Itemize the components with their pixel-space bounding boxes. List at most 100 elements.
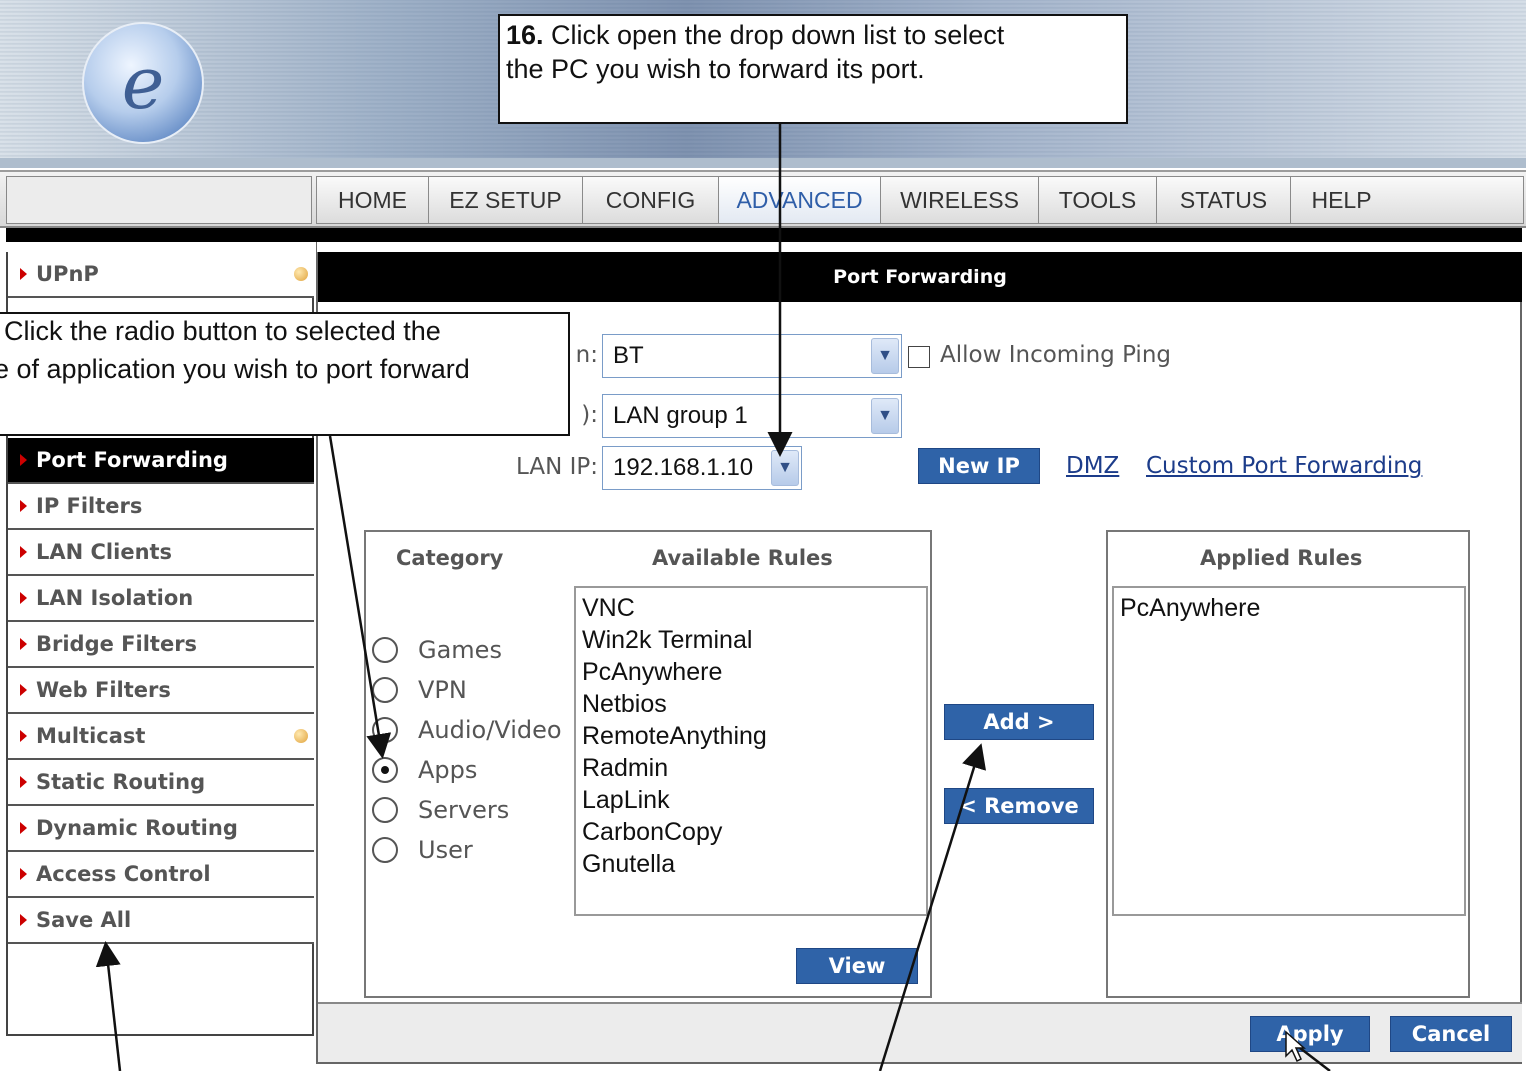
sidebar-item-dynamic-routing[interactable]: Dynamic Routing: [8, 806, 314, 852]
chevron-down-icon[interactable]: ▼: [771, 450, 799, 486]
chevron-down-icon[interactable]: ▼: [871, 338, 899, 374]
chevron-down-icon[interactable]: ▼: [871, 398, 899, 434]
lan-ip-label: LAN IP:: [516, 454, 598, 480]
callout-radio: Click the radio button to selected the e…: [0, 312, 570, 436]
applied-rules-header: Applied Rules: [1200, 546, 1363, 570]
dmz-link[interactable]: DMZ: [1066, 453, 1119, 479]
radio-servers[interactable]: Servers: [372, 796, 509, 824]
add-button[interactable]: Add >: [944, 704, 1094, 740]
custom-port-forwarding-link[interactable]: Custom Port Forwarding: [1146, 453, 1422, 479]
nav-tabs: HOME EZ SETUP CONFIG ADVANCED WIRELESS T…: [316, 176, 1524, 224]
bullet-arrow-icon: [20, 268, 27, 280]
lan-ip-value: 192.168.1.10: [613, 454, 754, 481]
tab-config[interactable]: CONFIG: [582, 176, 718, 224]
radio-button[interactable]: [372, 717, 398, 743]
step-number: 16.: [506, 20, 544, 50]
tab-wireless[interactable]: WIRELESS: [880, 176, 1038, 224]
sidebar-item-label: Save All: [36, 908, 132, 932]
bullet-arrow-icon: [20, 684, 27, 696]
sidebar-item-bridge-filters[interactable]: Bridge Filters: [8, 622, 314, 668]
radio-button[interactable]: [372, 637, 398, 663]
list-item[interactable]: LapLink: [582, 784, 920, 816]
sidebar-item-label: LAN Clients: [36, 540, 173, 564]
radio-games[interactable]: Games: [372, 636, 502, 664]
action-bar: Apply Cancel: [318, 1002, 1522, 1062]
radio-label: Audio/Video: [418, 716, 562, 744]
callout-step-16: 16. Click open the drop down list to sel…: [498, 14, 1128, 124]
list-item[interactable]: PcAnywhere: [582, 656, 920, 688]
remove-button[interactable]: < Remove: [944, 788, 1094, 824]
tab-advanced[interactable]: ADVANCED: [718, 176, 880, 224]
radio-vpn[interactable]: VPN: [372, 676, 467, 704]
applied-rules-list[interactable]: PcAnywhere: [1112, 586, 1466, 916]
sidebar-item-lan-isolation[interactable]: LAN Isolation: [8, 576, 314, 622]
radio-apps[interactable]: Apps: [372, 756, 477, 784]
sidebar-item-multicast[interactable]: Multicast: [8, 714, 314, 760]
bullet-arrow-icon: [20, 592, 27, 604]
list-item[interactable]: CarbonCopy: [582, 816, 920, 848]
status-dot-icon: [294, 729, 308, 743]
sidebar-item-label: Dynamic Routing: [36, 816, 238, 840]
status-dot-icon: [294, 267, 308, 281]
list-item[interactable]: VNC: [582, 592, 920, 624]
rules-group: Category Available Rules Games VPN Audio…: [364, 530, 932, 998]
radio-button[interactable]: [372, 797, 398, 823]
tab-tools[interactable]: TOOLS: [1038, 176, 1156, 224]
lan-group-select[interactable]: LAN group 1 ▼: [602, 394, 902, 438]
radio-button[interactable]: [372, 677, 398, 703]
bullet-arrow-icon: [20, 776, 27, 788]
available-rules-list[interactable]: VNC Win2k Terminal PcAnywhere Netbios Re…: [574, 586, 928, 916]
apply-button[interactable]: Apply: [1250, 1016, 1370, 1052]
list-item[interactable]: Gnutella: [582, 848, 920, 880]
view-button[interactable]: View: [796, 948, 918, 984]
bullet-arrow-icon: [20, 730, 27, 742]
allow-ping-label: Allow Incoming Ping: [940, 342, 1171, 368]
list-item[interactable]: Radmin: [582, 752, 920, 784]
sidebar-item-label: IP Filters: [36, 494, 143, 518]
radio-label: Games: [418, 636, 502, 664]
tab-home[interactable]: HOME: [316, 176, 428, 224]
bullet-arrow-icon: [20, 546, 27, 558]
callout-text: Click open the drop down list to select: [543, 20, 1005, 50]
sidebar-item-label: Port Forwarding: [36, 448, 228, 472]
list-item[interactable]: Win2k Terminal: [582, 624, 920, 656]
sidebar-item-upnp[interactable]: UPnP: [8, 252, 314, 298]
content-spacer: [316, 242, 1522, 252]
sidebar-item-label: UPnP: [36, 262, 99, 286]
tab-ez-setup[interactable]: EZ SETUP: [428, 176, 582, 224]
radio-label: Servers: [418, 796, 510, 824]
lan-ip-select[interactable]: 192.168.1.10 ▼: [602, 446, 802, 490]
radio-button-selected[interactable]: [372, 757, 398, 783]
sidebar-item-label: Bridge Filters: [36, 632, 198, 656]
radio-audio-video[interactable]: Audio/Video: [372, 716, 562, 744]
sidebar-item-port-forwarding[interactable]: Port Forwarding: [8, 438, 314, 484]
list-item[interactable]: RemoteAnything: [582, 720, 920, 752]
list-item[interactable]: PcAnywhere: [1120, 592, 1458, 624]
sidebar-item-access-control[interactable]: Access Control: [8, 852, 314, 898]
nav-left-cell: [6, 176, 312, 224]
connection-value: BT: [613, 342, 644, 369]
sidebar-item-static-routing[interactable]: Static Routing: [8, 760, 314, 806]
allow-ping-checkbox[interactable]: [908, 346, 930, 368]
connection-select[interactable]: BT ▼: [602, 334, 902, 378]
callout-text: the PC you wish to forward its port.: [506, 54, 925, 84]
sidebar-item-label: Static Routing: [36, 770, 206, 794]
radio-label: User: [418, 836, 473, 864]
sidebar-item-label: Multicast: [36, 724, 146, 748]
list-item[interactable]: Netbios: [582, 688, 920, 720]
sidebar-item-ip-filters[interactable]: IP Filters: [8, 484, 314, 530]
sidebar-item-label: Access Control: [36, 862, 211, 886]
sidebar-item-save-all[interactable]: Save All: [8, 898, 314, 944]
sidebar-item-lan-clients[interactable]: LAN Clients: [8, 530, 314, 576]
tab-status[interactable]: STATUS: [1156, 176, 1290, 224]
mouse-cursor-icon: [1285, 1030, 1306, 1063]
radio-button[interactable]: [372, 837, 398, 863]
cancel-button[interactable]: Cancel: [1390, 1016, 1512, 1052]
sidebar-item-label: Web Filters: [36, 678, 171, 702]
new-ip-button[interactable]: New IP: [918, 448, 1040, 484]
brand-logo: e: [82, 22, 204, 144]
tab-help[interactable]: HELP: [1290, 176, 1392, 224]
sidebar-item-web-filters[interactable]: Web Filters: [8, 668, 314, 714]
bullet-arrow-icon: [20, 868, 27, 880]
radio-user[interactable]: User: [372, 836, 473, 864]
